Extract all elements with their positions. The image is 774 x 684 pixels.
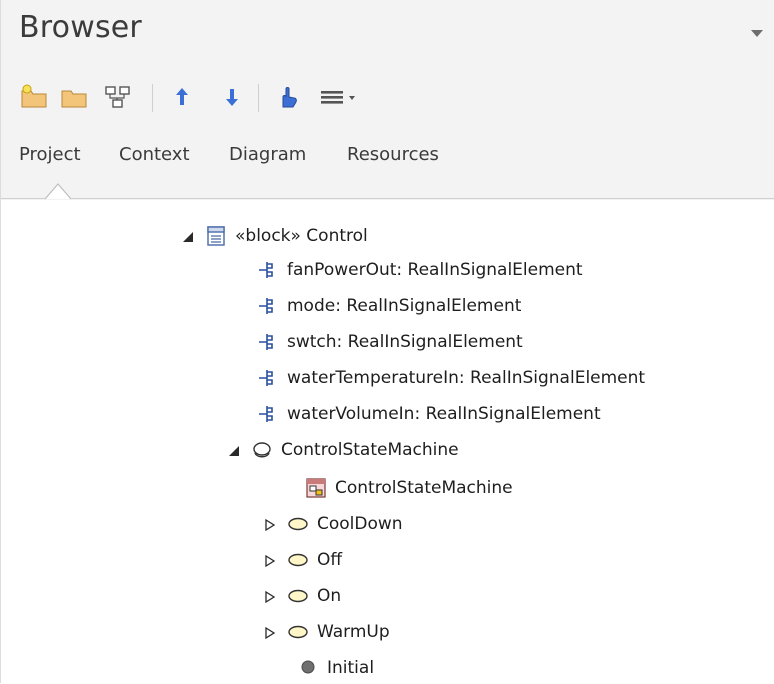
port-icon bbox=[257, 403, 279, 425]
expand-icon[interactable] bbox=[263, 625, 277, 640]
port-icon bbox=[257, 331, 279, 353]
tree-item-diagram[interactable]: ControlStateMachine bbox=[305, 472, 513, 504]
tree-item-label: waterVolumeIn: RealInSignalElement bbox=[287, 403, 601, 424]
tree-item-label: fanPowerOut: RealInSignalElement bbox=[287, 259, 583, 280]
locate-icon[interactable] bbox=[273, 82, 303, 112]
tab-context[interactable]: Context bbox=[119, 144, 190, 165]
tree-item-port[interactable]: swtch: RealInSignalElement bbox=[257, 326, 523, 358]
tree-item-label: ControlStateMachine bbox=[281, 439, 459, 460]
tree-item-port[interactable]: mode: RealInSignalElement bbox=[257, 290, 521, 322]
state-icon bbox=[287, 585, 309, 607]
panel-options-dropdown-icon[interactable] bbox=[751, 30, 763, 37]
tree-item-state[interactable]: Off bbox=[263, 544, 342, 576]
active-tab-indicator bbox=[45, 183, 71, 200]
menu-icon[interactable] bbox=[319, 82, 365, 112]
tree-item-port[interactable]: waterTemperatureIn: RealInSignalElement bbox=[257, 362, 645, 394]
title-bar: Browser bbox=[1, 0, 774, 68]
tree-item-initial[interactable]: Initial bbox=[297, 652, 374, 684]
tab-resources[interactable]: Resources bbox=[347, 144, 439, 165]
state-diagram-icon bbox=[305, 477, 327, 499]
collapse-icon[interactable] bbox=[181, 229, 195, 243]
block-icon bbox=[205, 225, 227, 247]
tree-item-label: WarmUp bbox=[317, 621, 390, 642]
folder-icon[interactable] bbox=[59, 82, 89, 112]
browser-panel: Browser Project Context Diagram Resource… bbox=[0, 0, 774, 683]
tree-item-block[interactable]: «block» Control bbox=[181, 220, 368, 252]
tree-item-label: mode: RealInSignalElement bbox=[287, 295, 522, 316]
port-icon bbox=[257, 367, 279, 389]
tree-item-state[interactable]: WarmUp bbox=[263, 616, 390, 648]
tree-item-state-machine[interactable]: ControlStateMachine bbox=[227, 434, 459, 466]
tree-item-label: swtch: RealInSignalElement bbox=[287, 331, 523, 352]
tab-underline bbox=[1, 198, 774, 199]
state-icon bbox=[287, 621, 309, 643]
state-icon bbox=[287, 513, 309, 535]
state-icon bbox=[287, 549, 309, 571]
move-down-icon[interactable] bbox=[217, 82, 247, 112]
port-icon bbox=[257, 259, 279, 281]
expand-icon[interactable] bbox=[263, 553, 277, 568]
expand-icon[interactable] bbox=[263, 517, 277, 532]
toolbar-separator bbox=[258, 84, 259, 112]
tree-item-state[interactable]: CoolDown bbox=[263, 508, 403, 540]
tree-item-label: Initial bbox=[327, 657, 375, 678]
project-tree: «block» Control fanPowerOut: RealInSigna… bbox=[1, 200, 774, 683]
tab-diagram[interactable]: Diagram bbox=[229, 144, 306, 165]
tree-item-label: CoolDown bbox=[317, 513, 403, 534]
initial-node-icon bbox=[297, 657, 319, 679]
toolbar-separator bbox=[152, 84, 153, 112]
diagram-icon[interactable] bbox=[103, 82, 133, 112]
port-icon bbox=[257, 295, 279, 317]
toolbar bbox=[1, 68, 774, 128]
tree-item-label: On bbox=[317, 585, 342, 606]
move-up-icon[interactable] bbox=[167, 82, 197, 112]
state-machine-icon bbox=[251, 439, 273, 461]
tree-item-label: Off bbox=[317, 549, 343, 570]
panel-title: Browser bbox=[19, 10, 142, 45]
tree-item-port[interactable]: waterVolumeIn: RealInSignalElement bbox=[257, 398, 601, 430]
tree-item-label: waterTemperatureIn: RealInSignalElement bbox=[287, 367, 646, 388]
tree-item-label: ControlStateMachine bbox=[335, 477, 513, 498]
collapse-icon[interactable] bbox=[227, 443, 241, 457]
tree-item-state[interactable]: On bbox=[263, 580, 341, 612]
tree-item-label: «block» Control bbox=[235, 225, 368, 246]
tab-project[interactable]: Project bbox=[19, 144, 81, 165]
tree-item-port[interactable]: fanPowerOut: RealInSignalElement bbox=[257, 254, 583, 286]
tab-bar: Project Context Diagram Resources bbox=[1, 128, 774, 200]
new-package-icon[interactable] bbox=[19, 82, 49, 112]
expand-icon[interactable] bbox=[263, 589, 277, 604]
